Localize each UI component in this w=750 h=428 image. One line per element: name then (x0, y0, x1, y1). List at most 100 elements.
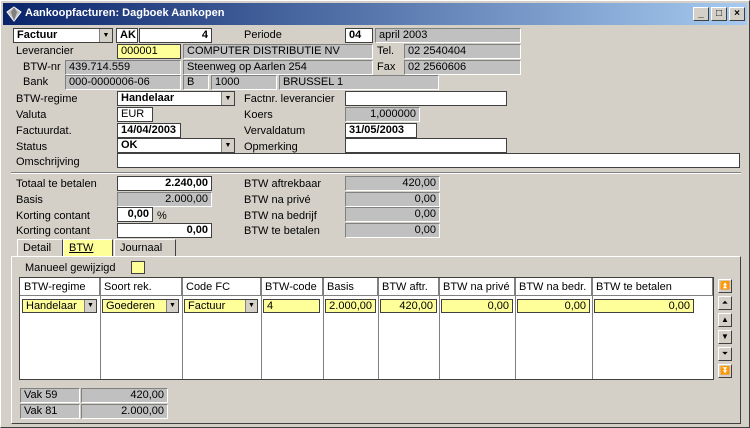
tel-field: 02 2540404 (404, 44, 521, 59)
row-vat-private-field[interactable]: 0,00 (441, 299, 513, 313)
supplier-code-field[interactable]: 000001 (117, 44, 181, 59)
tab-btw[interactable]: BTW (63, 239, 113, 257)
window-title: Aankoopfacturen: Dagboek Aankopen (25, 7, 225, 19)
chevron-down-icon[interactable]: ▼ (221, 139, 234, 152)
col-header-account-type[interactable]: Soort rek. (100, 278, 182, 296)
col-header-vat-company[interactable]: BTW na bedr. (515, 278, 592, 296)
vat-regime-value: Handelaar (121, 92, 175, 104)
rate-field: 1,000000 (345, 107, 420, 122)
tab-detail[interactable]: Detail (17, 239, 63, 257)
vat-deductible-label: BTW aftrekbaar (244, 178, 322, 190)
period-label: Periode (244, 29, 282, 41)
tel-label: Tel. (377, 45, 395, 57)
page-down-icon[interactable]: ⏷ (718, 347, 732, 361)
box-label: Vak 59 (20, 388, 80, 403)
journal-code-field[interactable]: AK (116, 28, 138, 43)
column-divider (261, 278, 262, 379)
status-select[interactable]: OK ▼ (117, 138, 235, 153)
vat-payable-label: BTW te betalen (244, 225, 320, 237)
title-bar[interactable]: Aankoopfacturen: Dagboek Aankopen _ □ × (3, 3, 747, 25)
page-up-icon[interactable]: ⏶ (718, 296, 732, 310)
invoice-date-label: Factuurdat. (16, 125, 72, 137)
box-label: Vak 81 (20, 404, 80, 419)
maximize-button[interactable]: □ (711, 7, 727, 21)
postcode-field: 1000 (211, 75, 277, 90)
bank-field: 000-0000006-06 (65, 75, 181, 90)
close-button[interactable]: × (729, 7, 745, 21)
due-date-field[interactable]: 31/05/2003 (345, 123, 417, 138)
divider (11, 172, 741, 174)
due-date-label: Vervaldatum (244, 125, 306, 137)
currency-field[interactable]: EUR (117, 107, 153, 122)
supplier-name-field: COMPUTER DISTRIBUTIE NV (183, 44, 373, 59)
row-vat-company-field[interactable]: 0,00 (517, 299, 590, 313)
row-regime-select[interactable]: Handelaar ▼ (22, 299, 97, 313)
vat-number-field: 439.714.559 (65, 60, 181, 75)
vat-company-field: 0,00 (345, 207, 440, 222)
vat-company-label: BTW na bedrijf (244, 210, 317, 222)
chevron-down-icon[interactable]: ▼ (166, 300, 178, 312)
status-label: Status (16, 141, 48, 153)
fax-label: Fax (377, 61, 396, 73)
chevron-down-icon[interactable]: ▼ (99, 29, 112, 42)
first-record-icon[interactable]: ⏫ (718, 279, 732, 293)
row-code-fc-select[interactable]: Factuur ▼ (184, 299, 258, 313)
col-header-basis[interactable]: Basis (323, 278, 378, 296)
manual-checkbox[interactable] (131, 261, 145, 274)
supplier-invoice-field[interactable] (345, 91, 507, 106)
row-basis-field[interactable]: 2.000,00 (325, 299, 376, 313)
vat-grid: BTW-regime Soort rek. Code FC BTW-code B… (19, 277, 714, 380)
row-vat-deductible-field[interactable]: 420,00 (380, 299, 437, 313)
remark-label: Opmerking (244, 141, 298, 153)
tab-journaal[interactable]: Journaal (114, 239, 176, 257)
row-account-type-select[interactable]: Goederen ▼ (102, 299, 179, 313)
description-field[interactable] (117, 153, 740, 168)
discount-amount-field[interactable]: 0,00 (117, 223, 212, 238)
basis-label: Basis (16, 194, 43, 206)
bank-label: Bank (23, 76, 49, 88)
period-number-field[interactable]: 04 (345, 28, 373, 43)
doc-number-field[interactable]: 4 (139, 28, 212, 43)
discount-pct-label: Korting contant (16, 210, 90, 222)
col-header-vat-payable[interactable]: BTW te betalen (592, 278, 713, 296)
chevron-down-icon[interactable]: ▼ (245, 300, 257, 312)
col-header-vat-deductible[interactable]: BTW aftr. (378, 278, 439, 296)
vat-private-field: 0,00 (345, 192, 440, 207)
invoice-date-field[interactable]: 14/04/2003 (117, 123, 181, 138)
prev-record-icon[interactable]: ▲ (718, 313, 732, 327)
column-divider (592, 278, 593, 379)
minimize-button[interactable]: _ (693, 7, 709, 21)
vat-regime-select[interactable]: Handelaar ▼ (117, 91, 235, 106)
vat-regime-label: BTW-regime (16, 93, 78, 105)
box-value: 420,00 (81, 388, 168, 403)
column-divider (323, 278, 324, 379)
col-header-vat-code[interactable]: BTW-code (261, 278, 323, 296)
row-account-type-value: Goederen (106, 300, 155, 312)
row-vat-code-field[interactable]: 4 (263, 299, 320, 313)
currency-label: Valuta (16, 109, 47, 121)
col-header-vat-private[interactable]: BTW na privé (439, 278, 515, 296)
chevron-down-icon[interactable]: ▼ (221, 92, 234, 105)
total-field[interactable]: 2.240,00 (117, 176, 212, 191)
diamond-app-icon (6, 6, 22, 22)
last-record-icon[interactable]: ⏬ (718, 364, 732, 378)
pct-sign: % (157, 210, 167, 222)
status-value: OK (121, 139, 138, 151)
doc-type-select[interactable]: Factuur ▼ (13, 28, 113, 43)
vat-number-label: BTW-nr (23, 61, 61, 73)
row-vat-payable-field[interactable]: 0,00 (594, 299, 694, 313)
column-divider (378, 278, 379, 379)
col-header-code-fc[interactable]: Code FC (182, 278, 261, 296)
column-divider (515, 278, 516, 379)
rate-label: Koers (244, 109, 273, 121)
total-label: Totaal te betalen (16, 178, 97, 190)
col-header-regime[interactable]: BTW-regime (20, 278, 100, 296)
discount-pct-field[interactable]: 0,00 (117, 207, 153, 222)
vat-private-label: BTW na privé (244, 194, 311, 206)
remark-field[interactable] (345, 138, 507, 153)
chevron-down-icon[interactable]: ▼ (84, 300, 96, 312)
supplier-label: Leverancier (16, 45, 74, 57)
next-record-icon[interactable]: ▼ (718, 330, 732, 344)
main-window: Aankoopfacturen: Dagboek Aankopen _ □ × … (0, 0, 750, 428)
discount-amount-label: Korting contant (16, 225, 90, 237)
